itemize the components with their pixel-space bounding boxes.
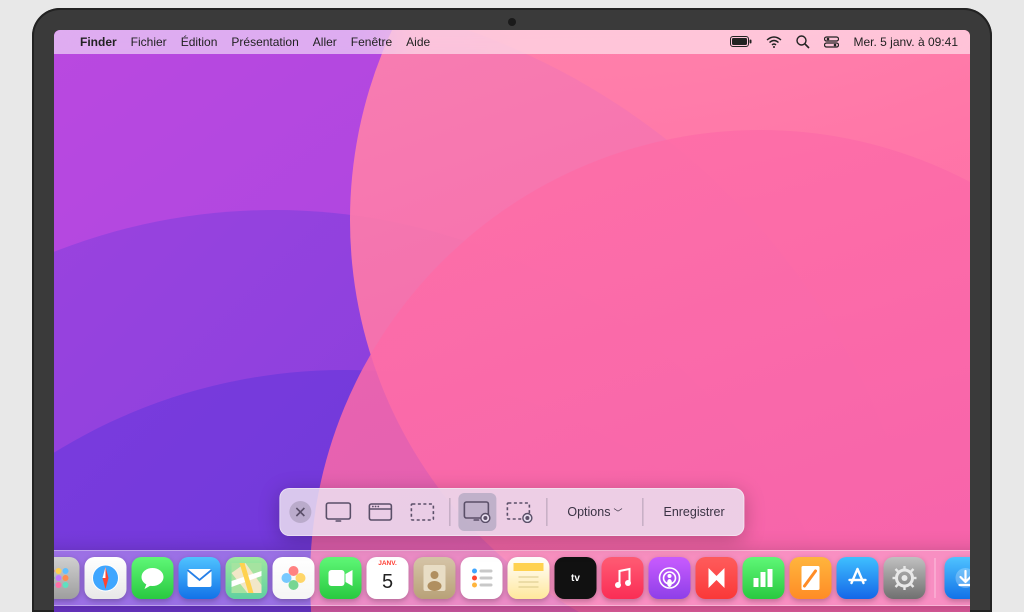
dock-appstore[interactable] — [837, 557, 879, 599]
battery-icon[interactable] — [730, 36, 752, 48]
dock-tv[interactable]: tv — [555, 557, 597, 599]
dock-safari[interactable] — [85, 557, 127, 599]
dock-notes[interactable] — [508, 557, 550, 599]
desktop[interactable]: Finder Fichier Édition Présentation Alle… — [54, 30, 970, 612]
dock-news[interactable] — [696, 557, 738, 599]
screenshot-toolbar: Options ﹀ Enregistrer — [279, 488, 744, 536]
menubar-clock[interactable]: Mer. 5 janv. à 09:41 — [853, 35, 958, 49]
dock-facetime[interactable] — [320, 557, 362, 599]
menu-presentation[interactable]: Présentation — [231, 35, 298, 49]
dock-messages[interactable] — [132, 557, 174, 599]
toolbar-separator — [546, 498, 547, 526]
record-button-label: Enregistrer — [663, 505, 724, 519]
close-button[interactable] — [289, 501, 311, 523]
dock-launchpad[interactable] — [54, 557, 80, 599]
dock-reminders[interactable] — [461, 557, 503, 599]
record-entire-screen-button[interactable] — [458, 493, 496, 531]
menu-fichier[interactable]: Fichier — [131, 35, 167, 49]
dock-maps[interactable] — [226, 557, 268, 599]
options-label: Options — [567, 505, 610, 519]
menu-aide[interactable]: Aide — [406, 35, 430, 49]
capture-window-button[interactable] — [361, 493, 399, 531]
menu-fenetre[interactable]: Fenêtre — [351, 35, 392, 49]
dock-music[interactable] — [602, 557, 644, 599]
dock-mail[interactable] — [179, 557, 221, 599]
dock-photos[interactable] — [273, 557, 315, 599]
webcam — [508, 18, 516, 26]
laptop-frame: Finder Fichier Édition Présentation Alle… — [32, 8, 992, 612]
dock-contacts[interactable] — [414, 557, 456, 599]
dock-system-preferences[interactable] — [884, 557, 926, 599]
options-dropdown[interactable]: Options ﹀ — [553, 493, 636, 531]
dock: JANV. 5 tv — [54, 550, 970, 606]
control-center-icon[interactable] — [824, 36, 839, 48]
menubar: Finder Fichier Édition Présentation Alle… — [54, 30, 970, 54]
toolbar-separator — [449, 498, 450, 526]
capture-selection-button[interactable] — [403, 493, 441, 531]
menu-app[interactable]: Finder — [80, 35, 117, 49]
dock-podcasts[interactable] — [649, 557, 691, 599]
calendar-day-label: 5 — [367, 571, 409, 594]
dock-pages[interactable] — [790, 557, 832, 599]
record-button[interactable]: Enregistrer — [649, 493, 738, 531]
dock-separator — [935, 558, 936, 598]
capture-entire-screen-button[interactable] — [319, 493, 357, 531]
calendar-month-label: JANV. — [367, 560, 409, 567]
dock-calendar[interactable]: JANV. 5 — [367, 557, 409, 599]
dock-downloads[interactable] — [945, 557, 971, 599]
spotlight-icon[interactable] — [796, 35, 810, 49]
toolbar-separator — [642, 498, 643, 526]
dock-numbers[interactable] — [743, 557, 785, 599]
menu-edition[interactable]: Édition — [181, 35, 218, 49]
wifi-icon[interactable] — [766, 36, 782, 48]
chevron-down-icon: ﹀ — [613, 506, 622, 519]
menu-aller[interactable]: Aller — [313, 35, 337, 49]
record-selection-button[interactable] — [500, 493, 538, 531]
